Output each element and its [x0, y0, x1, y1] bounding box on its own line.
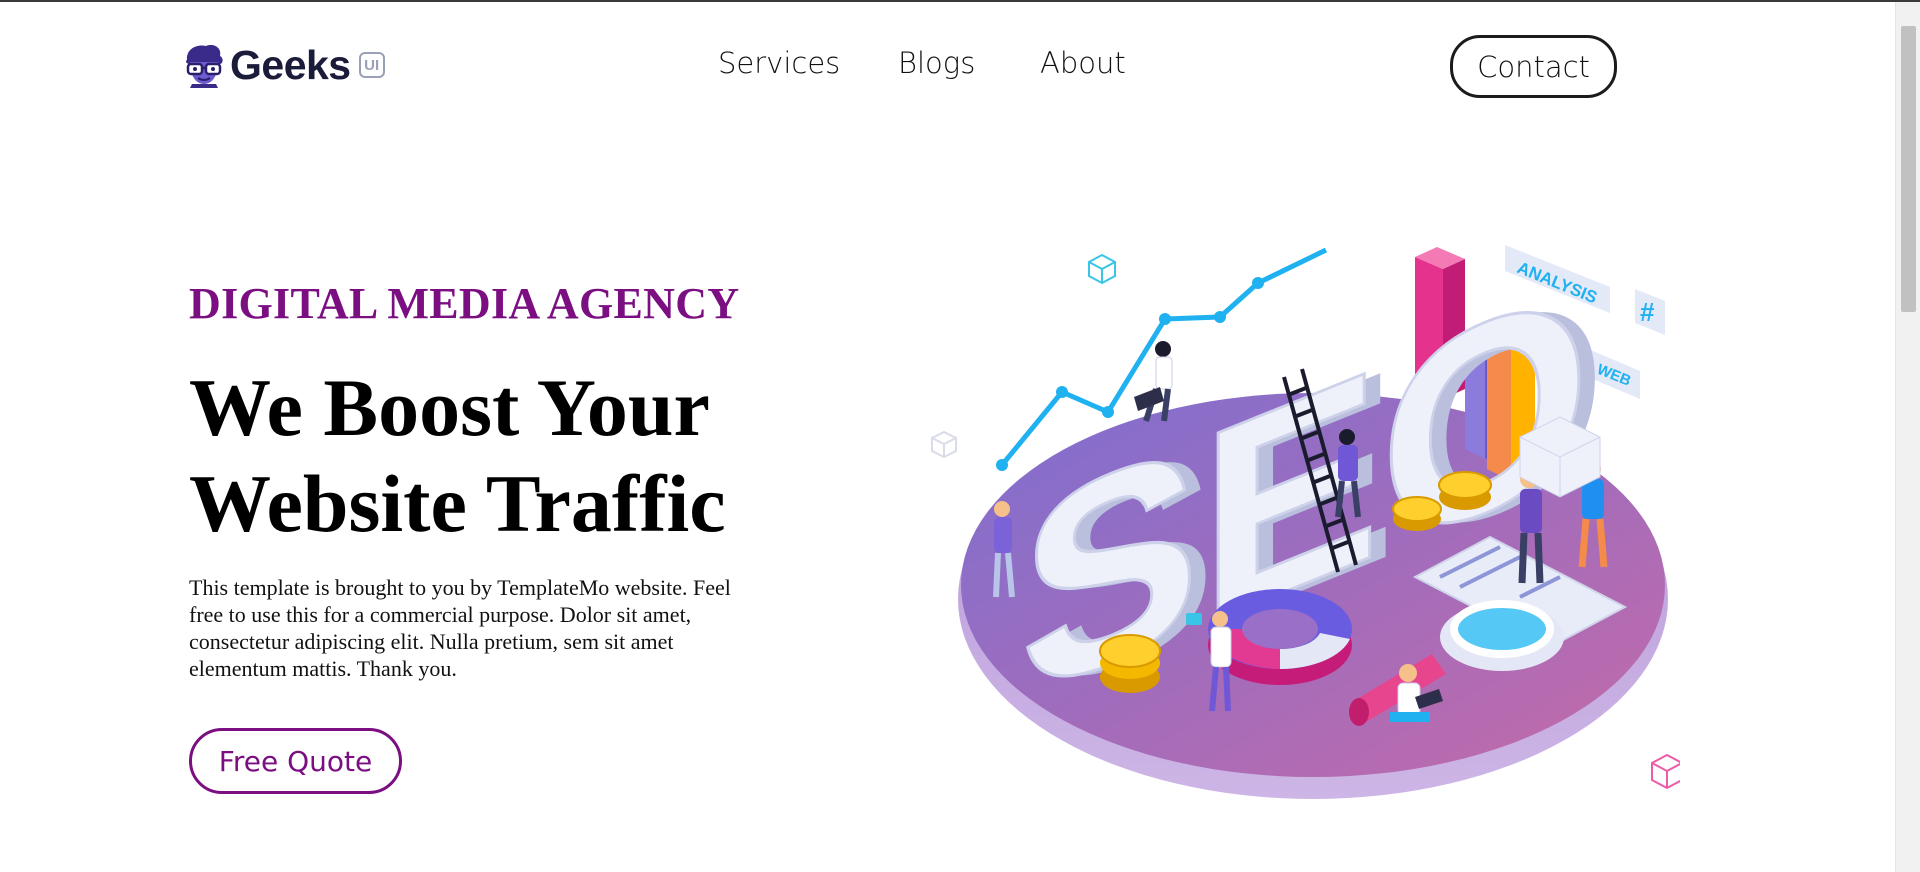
coin-stack-left [1099, 634, 1161, 693]
nav-link-services[interactable]: Services [718, 46, 840, 80]
cube-icon-faint [931, 430, 957, 459]
hero-description: This template is brought to you by Templ… [189, 575, 731, 681]
page-scrollbar[interactable] [1895, 2, 1920, 872]
nav-link-blogs[interactable]: Blogs [898, 46, 975, 80]
hero-headline-line-1: We Boost Your [189, 362, 710, 453]
scrollbar-thumb[interactable] [1901, 26, 1916, 312]
free-quote-button[interactable]: Free Quote [189, 728, 402, 794]
cube-icon-pink [1651, 753, 1680, 790]
logo-text: Geeks [230, 41, 351, 88]
tag-hash-label: # [1640, 297, 1655, 327]
logo-badge: UI [358, 52, 385, 78]
site-logo[interactable]: Geeks UI [182, 42, 385, 88]
magnifier-icon [1440, 600, 1564, 671]
nav-link-about[interactable]: About [1040, 46, 1126, 80]
contact-button[interactable]: Contact [1450, 35, 1617, 98]
geek-mascot-icon [186, 45, 223, 88]
page: Geeks UI Services Blogs About Contact DI… [0, 2, 1895, 872]
hero-eyebrow: DIGITAL MEDIA AGENCY [189, 279, 740, 328]
hero-headline: We Boost Your Website Traffic [189, 360, 726, 552]
hero-headline-line-2: Website Traffic [189, 458, 726, 549]
cube-icon-cyan [1088, 253, 1116, 285]
seo-illustration: ANALYSIS # WEB SEO SEO [931, 237, 1680, 799]
tag-hash: # [1635, 289, 1665, 335]
